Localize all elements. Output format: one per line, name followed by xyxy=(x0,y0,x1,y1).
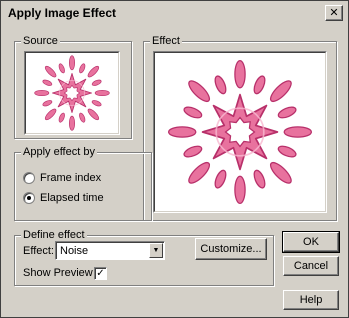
define-effect-label: Define effect xyxy=(21,229,87,241)
radio-frame-index-button[interactable] xyxy=(23,172,35,184)
radio-elapsed-time[interactable]: Elapsed time xyxy=(23,192,104,204)
effect-group: Effect xyxy=(143,35,337,221)
radio-frame-index[interactable]: Frame index xyxy=(23,172,101,184)
customize-button-label: Customize... xyxy=(200,243,262,255)
source-group-label: Source xyxy=(21,35,60,47)
ok-button[interactable]: OK xyxy=(282,231,340,253)
define-effect-group: Define effect Effect: Noise ▼ Customize.… xyxy=(14,229,274,286)
source-group: Source xyxy=(14,35,132,139)
show-preview-checkbox[interactable]: ✓ xyxy=(94,267,107,280)
effect-burst-image xyxy=(167,59,313,205)
dialog-title: Apply Image Effect xyxy=(8,6,117,20)
effect-dropdown-value: Noise xyxy=(60,245,89,257)
cancel-button[interactable]: Cancel xyxy=(283,256,339,276)
effect-dropdown[interactable]: Noise ▼ xyxy=(55,241,165,260)
source-burst-image xyxy=(34,55,110,131)
radio-elapsed-time-label: Elapsed time xyxy=(40,192,104,204)
effect-group-label: Effect xyxy=(150,35,182,47)
title-bar[interactable]: Apply Image Effect ✕ xyxy=(2,2,347,24)
help-button[interactable]: Help xyxy=(283,290,339,310)
cancel-button-label: Cancel xyxy=(293,260,329,272)
customize-button[interactable]: Customize... xyxy=(195,238,267,260)
check-icon: ✓ xyxy=(96,267,105,279)
apply-effect-by-label: Apply effect by xyxy=(21,146,97,158)
radio-frame-index-label: Frame index xyxy=(40,172,102,184)
chevron-down-icon[interactable]: ▼ xyxy=(149,243,163,258)
ok-button-label: OK xyxy=(303,236,319,248)
apply-effect-by-group: Apply effect by Frame index Elapsed time xyxy=(14,146,152,221)
source-preview xyxy=(24,51,120,135)
show-preview-label: Show Preview xyxy=(23,267,93,279)
effect-preview xyxy=(153,51,327,213)
effect-field-label: Effect: xyxy=(23,245,54,257)
radio-elapsed-time-button[interactable] xyxy=(23,192,35,204)
help-button-label: Help xyxy=(299,294,323,306)
apply-image-effect-dialog: Apply Image Effect ✕ Source Effect Apply… xyxy=(0,0,349,318)
close-button[interactable]: ✕ xyxy=(325,5,343,21)
close-icon: ✕ xyxy=(329,6,339,19)
